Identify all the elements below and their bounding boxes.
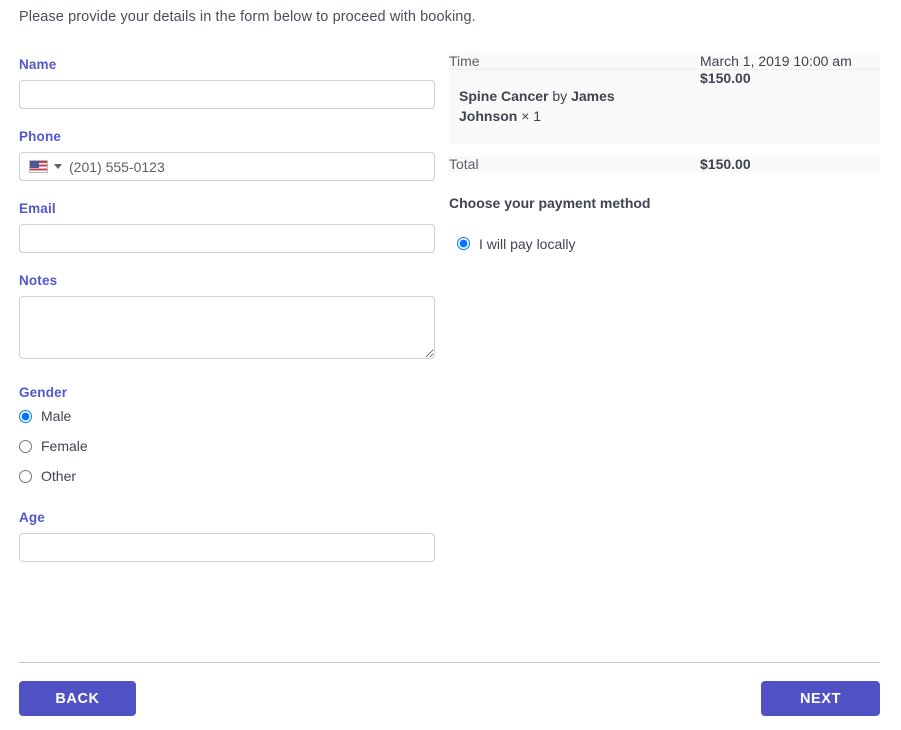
- product-by-text: by: [552, 88, 568, 104]
- gender-radio-group: Male Female Other: [19, 408, 435, 484]
- chevron-down-icon: [54, 164, 62, 169]
- summary-row-time: Time March 1, 2019 10:00 am: [449, 53, 880, 70]
- phone-input[interactable]: [66, 153, 434, 180]
- gender-option-female-label[interactable]: Female: [41, 438, 88, 454]
- age-input[interactable]: [19, 533, 435, 562]
- order-summary-table: Time March 1, 2019 10:00 am Spine Cancer…: [449, 53, 880, 172]
- notes-textarea[interactable]: [19, 296, 435, 359]
- us-flag-icon: [29, 160, 48, 173]
- gender-field-group: Gender Male Female Other: [19, 385, 435, 484]
- email-input[interactable]: [19, 224, 435, 253]
- age-field-group: Age: [19, 510, 435, 562]
- gender-radio-male[interactable]: [19, 409, 32, 423]
- gender-option-female[interactable]: Female: [19, 438, 435, 454]
- summary-row-total: Total $150.00: [449, 155, 880, 172]
- gender-option-male[interactable]: Male: [19, 408, 435, 424]
- intro-text: Please provide your details in the form …: [19, 9, 476, 25]
- country-selector-button[interactable]: [20, 153, 66, 180]
- summary-total-label: Total: [449, 155, 479, 172]
- summary-spacer: [449, 143, 880, 156]
- name-input[interactable]: [19, 80, 435, 109]
- payment-radio-pay-locally[interactable]: [457, 237, 470, 251]
- summary-total-value: $150.00: [700, 155, 751, 172]
- phone-input-wrapper: [19, 152, 435, 181]
- summary-time-label: Time: [449, 53, 700, 70]
- payment-option-pay-locally[interactable]: I will pay locally: [457, 236, 880, 252]
- email-label: Email: [19, 201, 56, 216]
- order-summary-column: Time March 1, 2019 10:00 am Spine Cancer…: [449, 53, 880, 252]
- summary-time-value: March 1, 2019 10:00 am: [700, 53, 880, 70]
- booking-form-page: Please provide your details in the form …: [0, 0, 901, 730]
- payment-method-options: I will pay locally: [449, 236, 880, 252]
- notes-label: Notes: [19, 273, 58, 288]
- payment-method-heading: Choose your payment method: [449, 194, 651, 211]
- summary-product-price: $150.00: [700, 70, 751, 86]
- phone-field-group: Phone: [19, 129, 435, 181]
- details-form-column: Name Phone Email Notes Gender: [19, 57, 435, 562]
- payment-option-pay-locally-label[interactable]: I will pay locally: [479, 236, 575, 252]
- gender-option-male-label[interactable]: Male: [41, 408, 71, 424]
- gender-radio-other[interactable]: [19, 469, 32, 483]
- next-button[interactable]: NEXT: [761, 681, 880, 716]
- product-name: Spine Cancer: [459, 88, 549, 104]
- footer-divider: [19, 662, 880, 663]
- phone-label: Phone: [19, 129, 62, 144]
- summary-product-description: Spine Cancer by James Johnson × 1: [449, 70, 700, 144]
- gender-option-other[interactable]: Other: [19, 468, 435, 484]
- email-field-group: Email: [19, 201, 435, 253]
- back-button[interactable]: BACK: [19, 681, 136, 716]
- name-label: Name: [19, 57, 57, 72]
- gender-option-other-label[interactable]: Other: [41, 468, 76, 484]
- gender-radio-female[interactable]: [19, 439, 32, 453]
- name-field-group: Name: [19, 57, 435, 109]
- notes-field-group: Notes: [19, 273, 435, 359]
- summary-row-product: Spine Cancer by James Johnson × 1 $150.0…: [449, 69, 880, 144]
- gender-label: Gender: [19, 385, 68, 400]
- age-label: Age: [19, 510, 45, 525]
- product-quantity: × 1: [521, 107, 542, 124]
